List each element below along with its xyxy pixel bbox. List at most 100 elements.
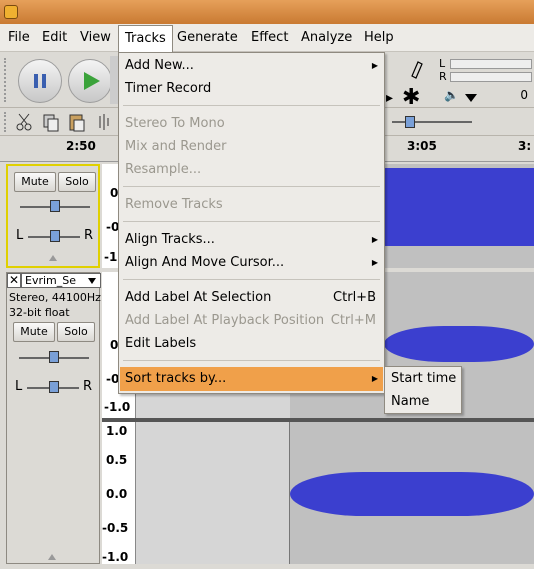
menu-item-timer-record[interactable]: Timer Record	[125, 81, 211, 101]
multi-tool-glyph: ✱	[402, 85, 420, 108]
menu-generate[interactable]: Generate	[177, 30, 238, 45]
edit-toolbar-grip[interactable]	[4, 112, 10, 132]
pan-right-label: R	[83, 379, 93, 394]
trim-icon	[99, 114, 109, 130]
menu-bar: File Edit View Tracks Generate Effect An…	[0, 24, 534, 58]
menu-item-add-label-at-selection[interactable]: Add Label At Selection	[125, 290, 271, 310]
gain-slider-knob[interactable]	[50, 200, 60, 212]
mute-button[interactable]: Mute	[13, 322, 55, 342]
meter-left-label: L	[439, 57, 446, 70]
close-track-button[interactable]: ✕	[7, 273, 21, 288]
menu-separator	[123, 221, 380, 222]
menu-item-align-tracks[interactable]: Align Tracks...	[125, 232, 215, 252]
menu-help[interactable]: Help	[364, 30, 394, 45]
tracks-menu: Add New... ▶ Timer Record Stereo To Mono…	[118, 52, 385, 394]
menu-separator	[123, 105, 380, 106]
collapse-icon[interactable]	[47, 553, 57, 561]
menu-item-align-and-move-cursor[interactable]: Align And Move Cursor...	[125, 255, 284, 275]
scale-tick: -0.5	[102, 521, 129, 535]
speaker-icon: 🔈	[444, 88, 459, 102]
track-name: Evrim_Se	[25, 274, 77, 287]
volume-control[interactable]: 🔈 0	[444, 88, 534, 106]
pause-button[interactable]	[18, 59, 62, 103]
pan-right-label: R	[84, 228, 94, 243]
copy-icon	[43, 114, 59, 132]
menu-item-resample: Resample...	[125, 162, 202, 177]
menu-effect[interactable]: Effect	[251, 30, 288, 45]
edit-tool-icons	[16, 113, 109, 132]
app-icon	[4, 5, 18, 19]
menu-item-add-label-at-playback-position: Add Label At Playback Position	[125, 313, 325, 328]
submenu-item-start-time[interactable]: Start time	[391, 371, 456, 391]
toolbar-grip[interactable]	[4, 58, 10, 102]
menu-separator	[123, 279, 380, 280]
menu-view[interactable]: View	[80, 30, 111, 45]
pause-icon	[34, 74, 46, 88]
volume-value: 0	[520, 88, 528, 102]
pan-slider-knob[interactable]	[50, 230, 60, 242]
title-bar	[0, 0, 534, 24]
track1-control-panel[interactable]: Mute Solo L R	[6, 164, 100, 268]
tools-area: ▸ ✱	[386, 58, 434, 110]
meter-right-label: R	[439, 70, 447, 83]
menu-separator	[123, 360, 380, 361]
track-format-info: Stereo, 44100Hz	[9, 291, 101, 304]
speed-slider-knob[interactable]	[405, 116, 415, 128]
menu-edit[interactable]: Edit	[42, 30, 67, 45]
submenu-item-name[interactable]: Name	[391, 394, 429, 414]
solo-button[interactable]: Solo	[57, 322, 95, 342]
pan-left-label: L	[15, 379, 23, 394]
scale-tick: 0.5	[106, 453, 128, 467]
menu-item-stereo-to-mono: Stereo To Mono	[125, 116, 225, 131]
waveform-shape	[290, 472, 534, 516]
ruler-label: 3:05	[407, 139, 437, 153]
menu-item-mix-and-render: Mix and Render	[125, 139, 227, 154]
menu-item-sort-tracks-by-label[interactable]: Sort tracks by...	[125, 371, 226, 391]
submenu-arrow-icon: ▶	[371, 61, 378, 70]
mute-button[interactable]: Mute	[14, 172, 56, 192]
output-meter[interactable]: L R	[436, 56, 534, 86]
submenu-arrow-icon: ▶	[371, 235, 378, 244]
cut-icon	[16, 113, 32, 131]
time-shift-glyph: ▸	[386, 90, 393, 106]
meter-right-bar	[450, 72, 532, 82]
play-icon	[84, 72, 100, 90]
scale-tick: -1.0	[104, 400, 131, 414]
gain-slider-knob[interactable]	[49, 351, 59, 363]
play-button[interactable]	[68, 59, 112, 103]
speed-slider[interactable]	[392, 121, 472, 123]
sort-tracks-submenu: Start time Name	[384, 366, 462, 414]
solo-button[interactable]: Solo	[58, 172, 96, 192]
collapse-icon[interactable]	[48, 254, 58, 262]
tool-icons: ▸ ✱	[386, 61, 423, 110]
track2-right-waveform[interactable]	[136, 422, 534, 564]
scale-tick: 0.0	[106, 487, 128, 501]
track2-right-scale: 1.0 0.5 0.0 -0.5 -1.0	[102, 422, 136, 564]
scale-tick: 1.0	[106, 424, 128, 438]
chevron-down-icon	[88, 278, 96, 284]
menu-item-add-new[interactable]: Add New...	[125, 58, 194, 78]
track-bitdepth-info: 32-bit float	[9, 306, 70, 319]
meter-left-bar	[450, 59, 532, 69]
shortcut-label: Ctrl+M	[330, 313, 376, 328]
pan-slider-knob[interactable]	[49, 381, 59, 393]
paste-icon	[69, 114, 85, 132]
ruler-label: 2:50	[66, 139, 96, 153]
menu-file[interactable]: File	[8, 30, 30, 45]
waveform-shape	[384, 168, 534, 246]
waveform-shape	[384, 326, 534, 362]
ruler-label: 3:	[518, 139, 532, 153]
menu-item-remove-tracks: Remove Tracks	[125, 197, 223, 212]
menu-separator	[123, 186, 380, 187]
pan-left-label: L	[16, 228, 24, 243]
menu-item-edit-labels[interactable]: Edit Labels	[125, 336, 196, 356]
shortcut-label: Ctrl+B	[333, 290, 376, 305]
submenu-arrow-icon: ▶	[371, 258, 378, 267]
toolbar-edge	[110, 56, 118, 104]
track2-control-panel[interactable]: ✕ Evrim_Se Stereo, 44100Hz 32-bit float …	[6, 272, 101, 564]
scale-tick: -1.0	[102, 550, 129, 564]
chevron-down-icon[interactable]	[464, 93, 478, 103]
track-name-dropdown[interactable]: Evrim_Se	[21, 273, 101, 288]
menu-analyze[interactable]: Analyze	[301, 30, 352, 45]
submenu-arrow-icon: ▶	[371, 374, 378, 383]
